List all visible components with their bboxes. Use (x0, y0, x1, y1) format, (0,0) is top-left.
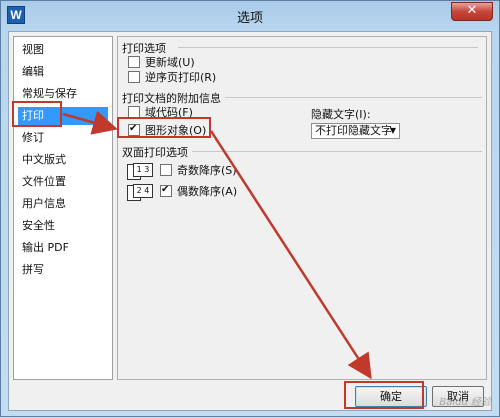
even-pages-option[interactable]: 偶数降序(A) (160, 183, 238, 199)
chevron-down-icon: ▼ (389, 126, 396, 135)
update-fields-label: 更新域(U) (145, 56, 195, 69)
odd-pages-option[interactable]: 奇数降序(S) (160, 164, 237, 178)
update-fields-checkbox[interactable] (128, 56, 140, 68)
print-options-heading: 打印选项 (122, 40, 170, 56)
hidden-text-select[interactable]: 不打印隐藏文字 ▼ (311, 123, 400, 139)
even-pages-label: 偶数降序(A) (177, 185, 238, 198)
close-button[interactable]: ✕ (451, 2, 493, 21)
duplex-heading: 双面打印选项 (122, 144, 192, 160)
title-bar: W 选项 ✕ (1, 1, 499, 29)
options-dialog: W 选项 ✕ 视图 编辑 常规与保存 打印 修订 中文版式 文件位置 用户信息 … (0, 0, 500, 417)
reverse-order-checkbox[interactable] (128, 71, 140, 83)
annotation-box-ok (344, 381, 424, 409)
hidden-text-value: 不打印隐藏文字 (315, 124, 392, 137)
extra-info-heading: 打印文档的附加信息 (122, 90, 225, 106)
even-pages-icon: 2 4 (133, 184, 153, 198)
watermark: Baidu 经验 (439, 397, 491, 408)
even-pages-checkbox[interactable] (160, 183, 172, 197)
category-list: 视图 编辑 常规与保存 打印 修订 中文版式 文件位置 用户信息 安全性 输出 … (13, 36, 113, 380)
dialog-body: 视图 编辑 常规与保存 打印 修订 中文版式 文件位置 用户信息 安全性 输出 … (8, 31, 492, 411)
hidden-text-label: 隐藏文字(I): (311, 108, 371, 121)
sidebar-item-revisions[interactable]: 修订 (18, 129, 108, 147)
reverse-order-option[interactable]: 逆序页打印(R) (128, 71, 216, 85)
print-settings-panel: 打印选项 更新域(U) 逆序页打印(R) 打印文档的附加信息 域代码(F) 图形… (117, 36, 487, 380)
sidebar-item-chinese-layout[interactable]: 中文版式 (18, 151, 108, 169)
dialog-title: 选项 (236, 11, 263, 26)
divider (178, 47, 478, 48)
odd-pages-label: 奇数降序(S) (177, 164, 237, 177)
sidebar-item-file-locations[interactable]: 文件位置 (18, 173, 108, 191)
sidebar-item-edit[interactable]: 编辑 (18, 63, 108, 81)
sidebar-item-spelling[interactable]: 拼写 (18, 261, 108, 279)
annotation-box-drawing-objects (117, 117, 211, 138)
sidebar-item-view[interactable]: 视图 (18, 41, 108, 59)
update-fields-option[interactable]: 更新域(U) (128, 56, 195, 70)
odd-pages-checkbox[interactable] (160, 164, 172, 176)
sidebar-item-user-info[interactable]: 用户信息 (18, 195, 108, 213)
sidebar-item-security[interactable]: 安全性 (18, 217, 108, 235)
reverse-order-label: 逆序页打印(R) (145, 71, 217, 84)
odd-pages-icon: 1 3 (133, 163, 153, 177)
sidebar-item-output-pdf[interactable]: 输出 PDF (18, 239, 108, 257)
annotation-box-print (12, 101, 62, 127)
